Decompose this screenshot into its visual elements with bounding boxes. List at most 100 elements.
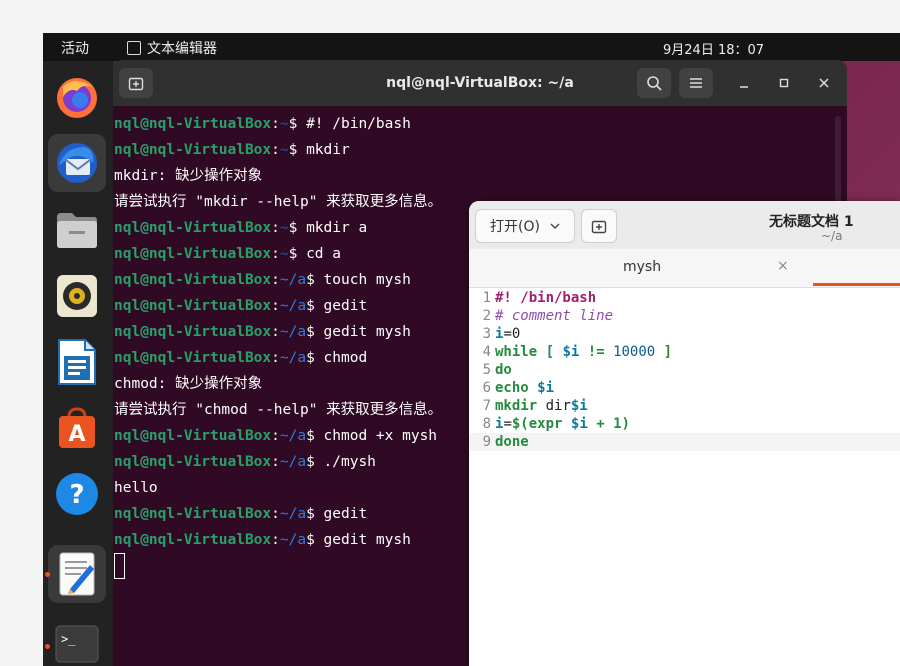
prompt-colon: : [271,428,280,444]
code-token: $i [537,380,555,396]
output-text: 请尝试执行 "chmod --help" 来获取更多信息。 [114,402,443,418]
active-tab-indicator [813,283,900,286]
clock[interactable]: 9月24日 18：07 [663,39,764,58]
close-button[interactable] [815,74,833,92]
text-editor-icon [59,552,95,596]
new-document-button[interactable] [581,209,617,243]
firefox-icon [57,78,97,118]
line-number: 4 [482,344,491,360]
line-number: 2 [482,308,491,324]
prompt-colon: : [271,246,280,262]
help-symbol: ? [69,480,84,510]
code-token: =0 [503,326,521,342]
code-text: # comment line [495,307,613,325]
prompt-user: nql@nql-VirtualBox [114,246,272,262]
terminal-icon: >_ [55,625,99,663]
dock-item-writer[interactable] [48,333,106,391]
command-text: $ mkdir a [288,220,368,236]
tab-mysh[interactable]: mysh [623,259,661,275]
prompt-colon: : [271,506,280,522]
activities-button[interactable]: 活动 [61,38,89,58]
menu-button[interactable] [679,68,713,98]
command-text: $ gedit [306,298,368,314]
close-icon [819,78,829,88]
prompt-path: ~/a [279,298,307,314]
code-line: 6 echo $i [469,379,900,397]
code-text: #! /bin/bash [495,289,596,307]
dock-item-app-center[interactable]: A [48,399,106,457]
dock-item-rhythmbox[interactable] [48,267,106,325]
line-number: 8 [482,416,491,432]
prompt-path: ~ [279,116,289,132]
terminal-line: nql@nql-VirtualBox:~$ #! /bin/bash [114,111,847,137]
command-text: $ mkdir [288,142,350,158]
code-token: #! /bin/bash [495,290,597,306]
code-token: != [587,344,605,360]
prompt-colon: : [271,116,280,132]
app-menu[interactable]: 文本编辑器 [127,38,217,58]
line-number: 9 [482,434,491,450]
prompt-path: ~/a [279,272,307,288]
dock-item-help[interactable]: ? [48,465,106,523]
maximize-icon [779,78,789,88]
prompt-user: nql@nql-VirtualBox [114,142,272,158]
minimize-button[interactable] [735,74,753,92]
output-text: mkdir: 缺少操作对象 [114,168,263,184]
prompt-path: ~/a [279,454,307,470]
prompt-path: ~/a [279,506,307,522]
tab-close-icon[interactable]: × [777,258,789,274]
prompt-path: ~ [279,142,289,158]
folder-icon [57,213,97,248]
prompt-colon: : [271,532,280,548]
code-token: + [596,416,605,432]
text-cursor [114,553,125,579]
desktop: 活动 文本编辑器 9月24日 18：07 A ? >_ nql@nql-Virt… [43,33,900,666]
search-button[interactable] [637,68,671,98]
terminal-prompt-glyph: >_ [61,632,76,646]
code-token: 10000 [613,344,656,360]
prompt-colon: : [271,142,280,158]
prompt-user: nql@nql-VirtualBox [114,532,272,548]
command-text: $ #! /bin/bash [288,116,411,132]
terminal-line: mkdir: 缺少操作对象 [114,163,847,189]
code-token: ] [663,344,673,360]
line-number: 7 [482,398,491,414]
chevron-down-icon [550,223,560,229]
code-line: 3 i=0 [469,325,900,343]
prompt-colon: : [271,454,280,470]
code-line: 2 # comment line [469,307,900,325]
command-text: $ gedit mysh [306,324,411,340]
code-token: done [495,434,529,450]
app-menu-label: 文本编辑器 [147,41,217,57]
code-line: 1 #! /bin/bash [469,289,900,307]
code-token: while [495,344,538,360]
maximize-button[interactable] [775,74,793,92]
dock-item-files[interactable] [48,201,106,259]
open-button[interactable]: 打开(O) [475,209,575,243]
output-text: hello [114,480,158,496]
line-number: 5 [482,362,491,378]
command-text: $ gedit [306,506,368,522]
code-text: i=$(expr $i + 1) [495,415,630,433]
editor-header[interactable]: 打开(O) 无标题文档 1 ~/a [469,201,900,249]
line-number: 1 [482,290,491,306]
dock-item-text-editor[interactable] [48,545,106,603]
prompt-user: nql@nql-VirtualBox [114,454,272,470]
prompt-user: nql@nql-VirtualBox [114,220,272,236]
text-editor-window[interactable]: 打开(O) 无标题文档 1 ~/a mysh × 1 #! /bin/bash 2 #… [469,201,900,666]
prompt-user: nql@nql-VirtualBox [114,506,272,522]
code-token: $i [570,416,588,432]
code-editor[interactable]: 1 #! /bin/bash 2 # comment line 3 i=0 4 while [… [469,289,900,451]
terminal-header[interactable]: nql@nql-VirtualBox: ~/a [113,60,847,106]
dock-item-terminal[interactable]: >_ [48,615,106,666]
prompt-user: nql@nql-VirtualBox [114,324,272,340]
dock-item-thunderbird[interactable] [48,134,106,192]
dock-item-firefox[interactable] [48,68,106,126]
prompt-path: ~/a [279,350,307,366]
code-text: while [ $i != 10000 ] [495,343,672,361]
